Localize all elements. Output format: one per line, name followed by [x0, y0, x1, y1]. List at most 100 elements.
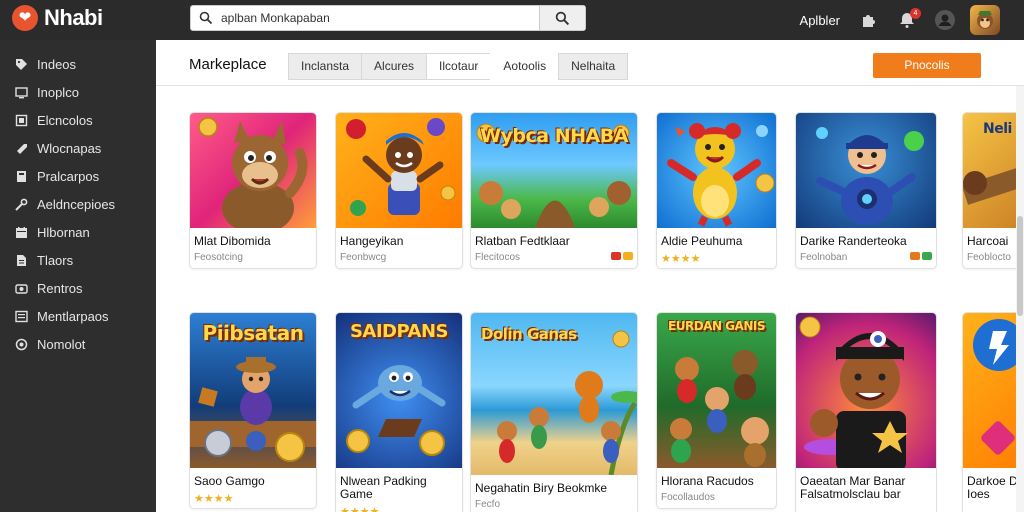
sidebar-item-8[interactable]: Tlaors: [0, 246, 156, 274]
platform-icons: [910, 252, 932, 260]
sidebar-item-11[interactable]: Nomolot: [0, 330, 156, 358]
search-icon: [555, 11, 570, 25]
app-card[interactable]: Darike Randerteoka Feolnoban: [795, 112, 937, 269]
app-card[interactable]: EURDAN GANIS Hlorana Racudos Focollaudos: [656, 312, 777, 509]
sidebar-item-label: Hlbornan: [37, 224, 90, 240]
rating-stars: ★★★★: [340, 506, 380, 512]
app-category: Feonbwcg: [340, 252, 387, 263]
house-icon: [611, 252, 621, 260]
sidebar-item-10[interactable]: Mentlarpaos: [0, 302, 156, 330]
tab-bar: Inclansta Alcures Ilcotaur Aotoolis Nelh…: [288, 53, 629, 80]
profile-button[interactable]: [932, 7, 958, 33]
avatar[interactable]: [970, 5, 1000, 35]
search-input[interactable]: [221, 8, 521, 28]
sidebar-item-label: Inoplco: [37, 84, 79, 100]
main-content: Markeplace Inclansta Alcures Ilcotaur Ao…: [156, 40, 1024, 512]
tag-icon: [922, 252, 932, 260]
search-bar: [190, 5, 586, 31]
monkey-avatar-icon: [977, 11, 993, 29]
app-card[interactable]: Neli Harcoai Feoblocto: [962, 112, 1024, 269]
square-icon: [14, 113, 28, 127]
brand-logo[interactable]: ❤ Nhabi: [12, 5, 103, 31]
app-card[interactable]: Dolin Ganas Negahatin Biry Beokmke Fecfo: [470, 312, 638, 512]
app-thumbnail: [657, 113, 776, 228]
scrollbar-thumb[interactable]: [1017, 216, 1023, 316]
app-window: ❤ Nhabi Aplbler 4: [0, 0, 1024, 512]
app-meta: Feosotcing: [190, 248, 316, 268]
app-title: Negahatin Biry Beokmke: [475, 481, 608, 495]
tab-4[interactable]: Aotoolis: [490, 53, 559, 80]
list-icon: [14, 309, 28, 323]
platform-icons: [611, 252, 633, 260]
sidebar-item-label: Rentros: [37, 280, 83, 296]
app-meta: ★★★★: [657, 248, 776, 268]
sidebar-item-7[interactable]: Hlbornan: [0, 218, 156, 246]
user-label[interactable]: Aplbler: [800, 13, 840, 28]
app-title: Nlwean Padking Game: [340, 474, 427, 501]
brand-name: Nhabi: [44, 5, 103, 30]
app-title: Mlat Dibomida: [194, 234, 271, 248]
sidebar-item-9[interactable]: Rentros: [0, 274, 156, 302]
tag-icon: [14, 57, 28, 71]
settings-icon: [14, 337, 28, 351]
app-card[interactable]: Darkoe Dare Ioes: [962, 312, 1024, 512]
tab-1[interactable]: Inclansta: [288, 53, 362, 80]
app-card[interactable]: Aldie Peuhuma ★★★★: [656, 112, 777, 269]
app-category: Feolnoban: [800, 252, 848, 263]
primary-action-button[interactable]: Pnocolis: [873, 53, 981, 78]
search-icon: [199, 11, 213, 30]
sidebar-item-2[interactable]: Inoplco: [0, 78, 156, 106]
tag-icon: [14, 141, 28, 155]
app-card[interactable]: Hangeyikan Feonbwcg: [335, 112, 463, 269]
app-meta: ★★★★: [190, 488, 316, 508]
app-title: Saoo Gamgo: [194, 474, 265, 488]
sidebar-item-3[interactable]: Elcncolos: [0, 106, 156, 134]
heart-logo-icon: ❤: [12, 5, 38, 31]
app-thumbnail: Piibsatan: [190, 313, 316, 468]
page-title: Markeplace: [189, 56, 267, 73]
page-header: Markeplace Inclansta Alcures Ilcotaur Ao…: [156, 40, 1024, 86]
app-thumbnail-title: Dolin Ganas: [481, 325, 577, 343]
app-card[interactable]: Oaeatan Mar Banar Falsatmolsclau bar: [795, 312, 937, 512]
tab-5[interactable]: Nelhaita: [558, 53, 629, 80]
sidebar-item-1[interactable]: Indeos: [0, 50, 156, 78]
tab-2[interactable]: Alcures: [361, 53, 427, 80]
notification-badge: 4: [910, 8, 921, 19]
sidebar-item-6[interactable]: Aeldncepioes: [0, 190, 156, 218]
app-card[interactable]: Piibsatan Saoo Gamgo ★★★★: [189, 312, 317, 509]
app-meta: Feoblocto: [963, 248, 1024, 268]
sidebar-item-label: Indeos: [37, 56, 77, 72]
app-title: Aldie Peuhuma: [661, 234, 743, 248]
app-thumbnail: EURDAN GANIS: [657, 313, 776, 468]
app-card[interactable]: Wybca NHABA Rlatban Fedtklaar Flecitocos: [470, 112, 638, 269]
sidebar-item-label: Tlaors: [37, 252, 74, 268]
app-thumbnail: Dolin Ganas: [471, 313, 637, 475]
app-meta: [796, 501, 936, 512]
app-card[interactable]: Mlat Dibomida Feosotcing: [189, 112, 317, 269]
top-right-controls: Aplbler 4: [800, 0, 1024, 40]
app-meta: [963, 501, 1024, 512]
calendar-icon: [14, 225, 28, 239]
scrollbar[interactable]: [1016, 86, 1024, 512]
user-circle-icon: [935, 10, 955, 30]
app-category: Feosotcing: [194, 252, 243, 263]
monitor-icon: [14, 85, 28, 99]
app-meta: Flecitocos: [471, 248, 637, 268]
app-card[interactable]: SAIDPANS Nlwean Padking Game ★★★★: [335, 312, 463, 512]
wrench-icon: [14, 197, 28, 211]
app-thumbnail: [336, 113, 462, 228]
sidebar-item-5[interactable]: Pralcarpos: [0, 162, 156, 190]
tab-3[interactable]: Ilcotaur: [426, 53, 491, 80]
app-category: Feoblocto: [967, 252, 1011, 263]
app-thumbnail: Wybca NHABA: [471, 113, 637, 228]
search-button[interactable]: [539, 6, 585, 30]
app-category: Flecitocos: [475, 252, 521, 263]
app-meta: Focollaudos: [657, 488, 776, 508]
app-thumbnail-title: EURDAN GANIS: [668, 319, 765, 333]
extensions-button[interactable]: [856, 7, 882, 33]
notifications-button[interactable]: 4: [894, 7, 921, 33]
document-icon: [14, 253, 28, 267]
app-thumbnail: [796, 313, 936, 468]
sidebar-item-4[interactable]: Wlocnapas: [0, 134, 156, 162]
tag-icon: [623, 252, 633, 260]
